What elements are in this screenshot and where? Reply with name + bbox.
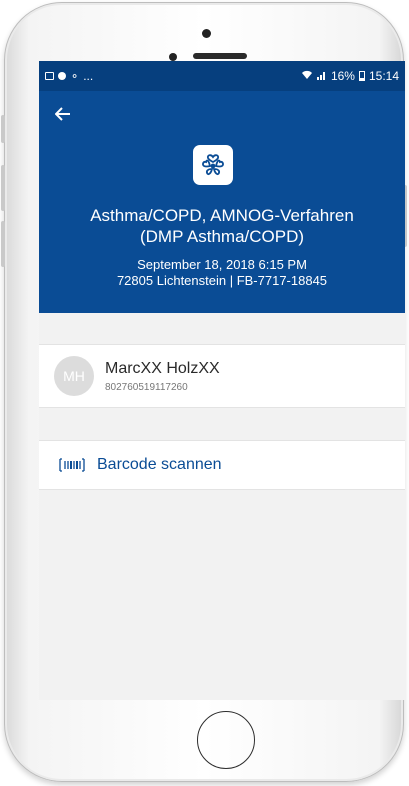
wifi-icon	[301, 70, 313, 83]
hearts-cluster-logo-icon	[193, 145, 233, 185]
battery-percent: 16%	[330, 69, 355, 83]
earpiece-speaker	[193, 53, 247, 59]
avatar: MH	[54, 356, 94, 396]
volume-up-button	[1, 165, 5, 211]
title-line-1: Asthma/COPD, AMNOG-Verfahren	[90, 206, 354, 225]
appointment-details: September 18, 2018 6:15 PM 72805 Lichten…	[49, 257, 395, 289]
appointment-title: Asthma/COPD, AMNOG-Verfahren (DMP Asthma…	[49, 205, 395, 247]
no-signal-icon: ⚬	[70, 70, 80, 83]
status-overflow: ...	[83, 69, 94, 83]
barcode-scan-label: Barcode scannen	[97, 456, 222, 473]
app-screen: ⚬ ... 16% 15:14 Asthma/COPD, AMNOG-Verfa…	[39, 61, 405, 700]
appointment-header: Asthma/COPD, AMNOG-Verfahren (DMP Asthma…	[39, 91, 405, 313]
title-line-2: (DMP Asthma/COPD)	[139, 227, 305, 246]
barcode-scan-button[interactable]: Barcode scannen	[39, 440, 405, 490]
home-button[interactable]	[197, 711, 255, 769]
status-bar-left: ⚬ ...	[45, 69, 93, 83]
front-camera	[202, 29, 211, 38]
battery-icon	[358, 71, 365, 81]
clock: 15:14	[368, 69, 399, 83]
patient-card[interactable]: MH MarcXX HolzXX 802760519117260	[39, 344, 405, 408]
volume-down-button	[1, 221, 5, 267]
back-arrow-icon[interactable]	[54, 105, 71, 125]
chat-bubble-icon	[58, 72, 66, 80]
appointment-location: 72805 Lichtenstein | FB-7717-18845	[116, 273, 328, 288]
appointment-date: September 18, 2018 6:15 PM	[137, 257, 307, 272]
barcode-icon	[59, 458, 85, 472]
patient-id: 802760519117260	[105, 382, 188, 393]
signal-bars-icon	[316, 69, 327, 83]
status-bar: ⚬ ... 16% 15:14	[39, 61, 405, 91]
patient-info: MarcXX HolzXX 802760519117260	[105, 359, 220, 393]
status-bar-right: 16% 15:14	[301, 69, 399, 83]
patient-name: MarcXX HolzXX	[105, 360, 220, 377]
mute-switch	[1, 115, 5, 143]
gallery-icon	[45, 72, 54, 80]
proximity-sensor	[169, 53, 177, 61]
